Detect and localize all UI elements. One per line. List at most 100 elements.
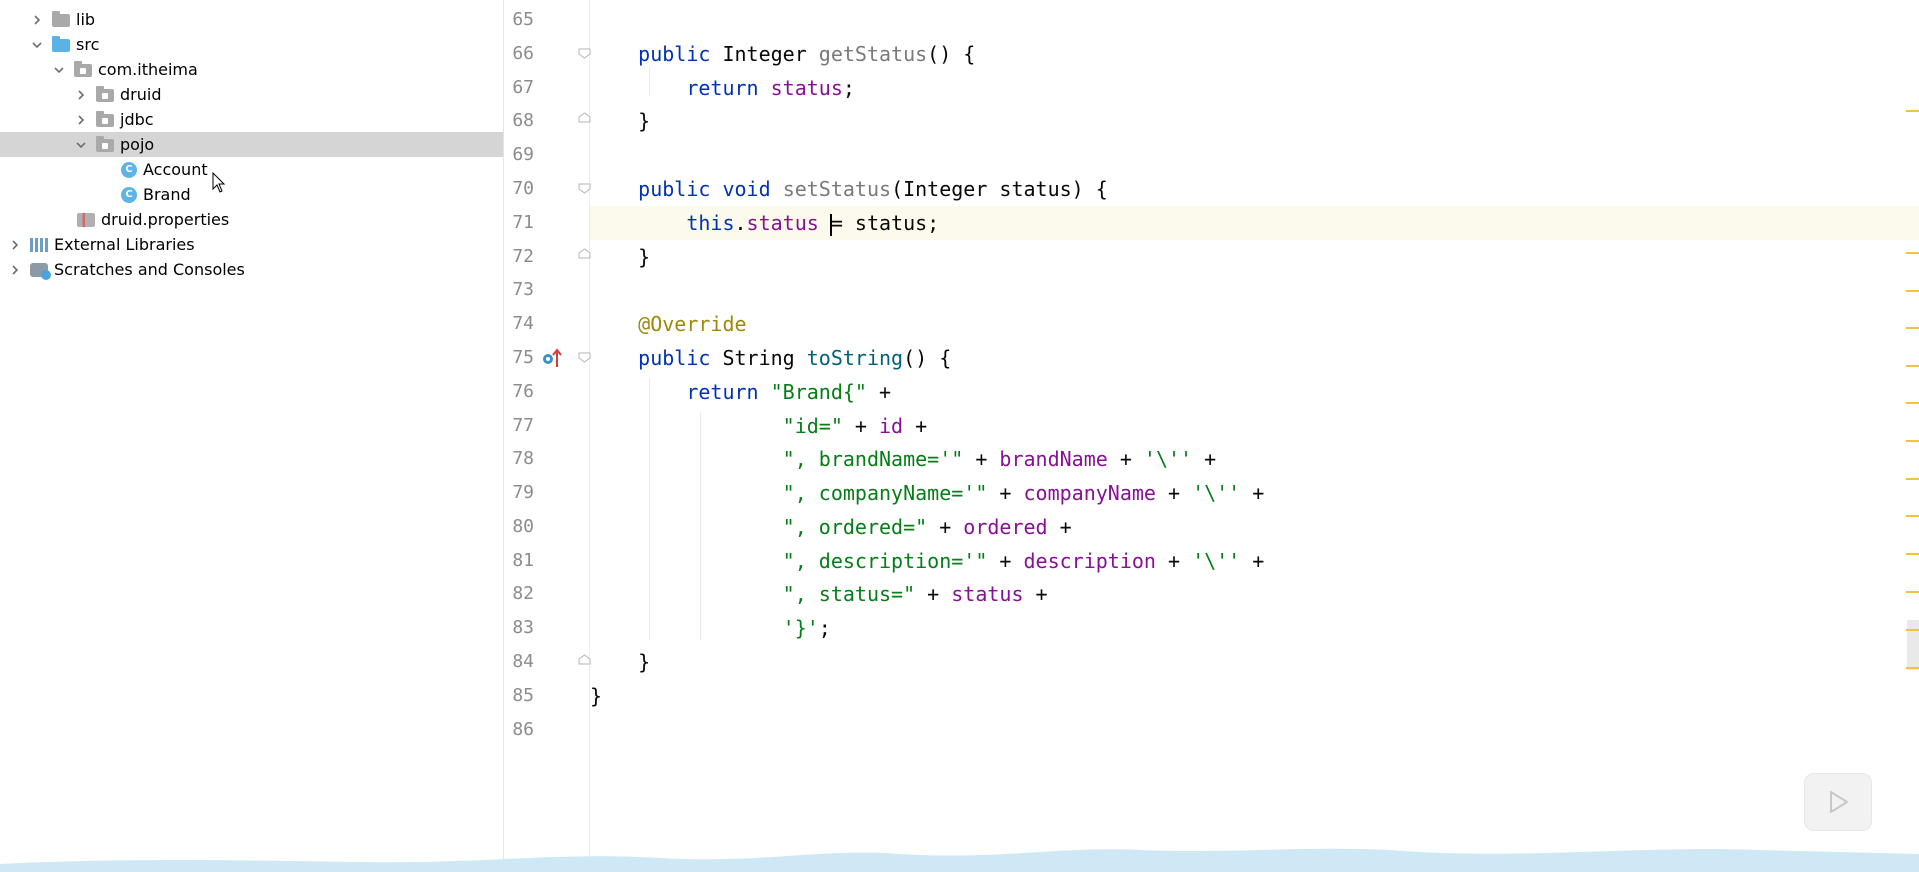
properties-file-icon [77, 212, 95, 227]
chevron-right-icon[interactable] [8, 238, 22, 252]
package-icon [96, 86, 114, 102]
code-line[interactable]: ", ordered=" + ordered + [590, 510, 1072, 544]
line-number: 79 [512, 482, 534, 503]
line-number: 71 [512, 212, 534, 233]
line-number: 78 [512, 448, 534, 469]
tree-item-src[interactable]: src [0, 32, 503, 57]
code-line[interactable]: } [590, 645, 650, 679]
chevron-down-icon[interactable] [30, 38, 44, 52]
package-icon [96, 111, 114, 127]
code-line[interactable]: ", status=" + status + [590, 577, 1048, 611]
warning-marker[interactable] [1906, 327, 1919, 329]
warning-marker[interactable] [1906, 553, 1919, 555]
tree-item-label: pojo [120, 135, 155, 154]
code-line[interactable]: return status; [590, 71, 855, 105]
line-number: 74 [512, 313, 534, 334]
code-line[interactable]: ", companyName='" + companyName + '\'' + [590, 476, 1265, 510]
line-number: 82 [512, 583, 534, 604]
warning-marker[interactable] [1906, 515, 1919, 517]
tree-item-label: External Libraries [54, 235, 195, 254]
tree-item-label: src [76, 35, 100, 54]
line-number: 67 [512, 77, 534, 98]
code-line[interactable]: ", description='" + description + '\'' + [590, 544, 1265, 578]
code-line[interactable]: ", brandName='" + brandName + '\'' + [590, 442, 1217, 476]
code-line-current[interactable]: this.status = status; [590, 206, 1919, 240]
warning-marker[interactable] [1906, 290, 1919, 292]
tree-item-label: jdbc [120, 110, 154, 129]
warning-marker[interactable] [1906, 252, 1919, 254]
line-number: 69 [512, 144, 534, 165]
scrollbar-thumb[interactable] [1907, 620, 1919, 670]
code-line[interactable]: '}'; [590, 611, 831, 645]
code-line[interactable]: public String toString() { [590, 341, 951, 375]
line-number: 75 [512, 347, 534, 368]
chevron-down-icon[interactable] [74, 138, 88, 152]
code-line[interactable]: public Integer getStatus() { [590, 37, 975, 71]
line-number: 86 [512, 719, 534, 740]
code-line[interactable]: @Override [590, 307, 746, 341]
code-line[interactable]: "id=" + id + [590, 409, 928, 443]
project-tree-panel: lib src com.itheima druid jdbc pojo C Ac… [0, 0, 504, 872]
code-line[interactable]: } [590, 104, 650, 138]
tree-item-label: Scratches and Consoles [54, 260, 245, 279]
tree-item-label: com.itheima [98, 60, 198, 79]
line-number: 68 [512, 110, 534, 131]
libraries-icon [30, 237, 48, 252]
warning-marker[interactable] [1906, 402, 1919, 404]
audio-waveform [0, 848, 1919, 872]
text-caret [829, 213, 832, 236]
chevron-right-icon[interactable] [74, 113, 88, 127]
package-icon [96, 136, 114, 152]
chevron-down-icon[interactable] [52, 63, 66, 77]
tree-item-com-itheima[interactable]: com.itheima [0, 57, 503, 82]
play-button[interactable] [1804, 773, 1872, 831]
tree-item-label: druid.properties [101, 210, 230, 229]
tree-item-external-libraries[interactable]: External Libraries [0, 232, 503, 257]
tree-item-lib[interactable]: lib [0, 7, 503, 32]
code-line[interactable]: return "Brand{" + [590, 375, 891, 409]
tree-item-account[interactable]: C Account [0, 157, 503, 182]
scratches-icon [30, 262, 51, 280]
warning-marker[interactable] [1906, 440, 1919, 442]
line-number: 65 [512, 9, 534, 30]
code-line[interactable]: public void setStatus(Integer status) { [590, 172, 1108, 206]
warning-marker[interactable] [1906, 667, 1919, 669]
line-number: 66 [512, 43, 534, 64]
code-line[interactable]: } [590, 240, 650, 274]
tree-item-label: Brand [143, 185, 191, 204]
line-number: 72 [512, 246, 534, 267]
tree-item-label: druid [120, 85, 162, 104]
warning-marker[interactable] [1906, 629, 1919, 631]
line-number: 83 [512, 617, 534, 638]
override-gutter-icon[interactable] [542, 347, 564, 369]
line-number: 84 [512, 651, 534, 672]
mouse-cursor-icon [212, 172, 226, 193]
line-number: 76 [512, 381, 534, 402]
chevron-right-icon[interactable] [74, 88, 88, 102]
code-editor[interactable]: 65 66 67 68 69 70 71 72 73 74 75 76 77 7… [504, 0, 1919, 872]
line-number: 73 [512, 279, 534, 300]
line-number: 80 [512, 516, 534, 537]
tree-item-label: lib [76, 10, 96, 29]
class-icon: C [121, 186, 137, 203]
tree-item-scratches[interactable]: Scratches and Consoles [0, 257, 503, 282]
warning-marker[interactable] [1906, 365, 1919, 367]
editor-gutter: 65 66 67 68 69 70 71 72 73 74 75 76 77 7… [504, 0, 591, 872]
chevron-right-icon[interactable] [8, 263, 22, 277]
tree-item-brand[interactable]: C Brand [0, 182, 503, 207]
tree-item-label: Account [143, 160, 208, 179]
line-number: 70 [512, 178, 534, 199]
tree-item-druid-properties[interactable]: druid.properties [0, 207, 503, 232]
line-number: 85 [512, 685, 534, 706]
source-folder-icon [52, 36, 70, 52]
tree-item-pojo[interactable]: pojo [0, 132, 503, 157]
chevron-right-icon[interactable] [30, 13, 44, 27]
warning-marker[interactable] [1906, 110, 1919, 112]
tree-item-jdbc[interactable]: jdbc [0, 107, 503, 132]
warning-marker[interactable] [1906, 591, 1919, 593]
folder-icon [52, 11, 70, 27]
package-icon [74, 61, 92, 77]
warning-marker[interactable] [1906, 478, 1919, 480]
code-line[interactable]: } [590, 679, 602, 713]
tree-item-druid[interactable]: druid [0, 82, 503, 107]
